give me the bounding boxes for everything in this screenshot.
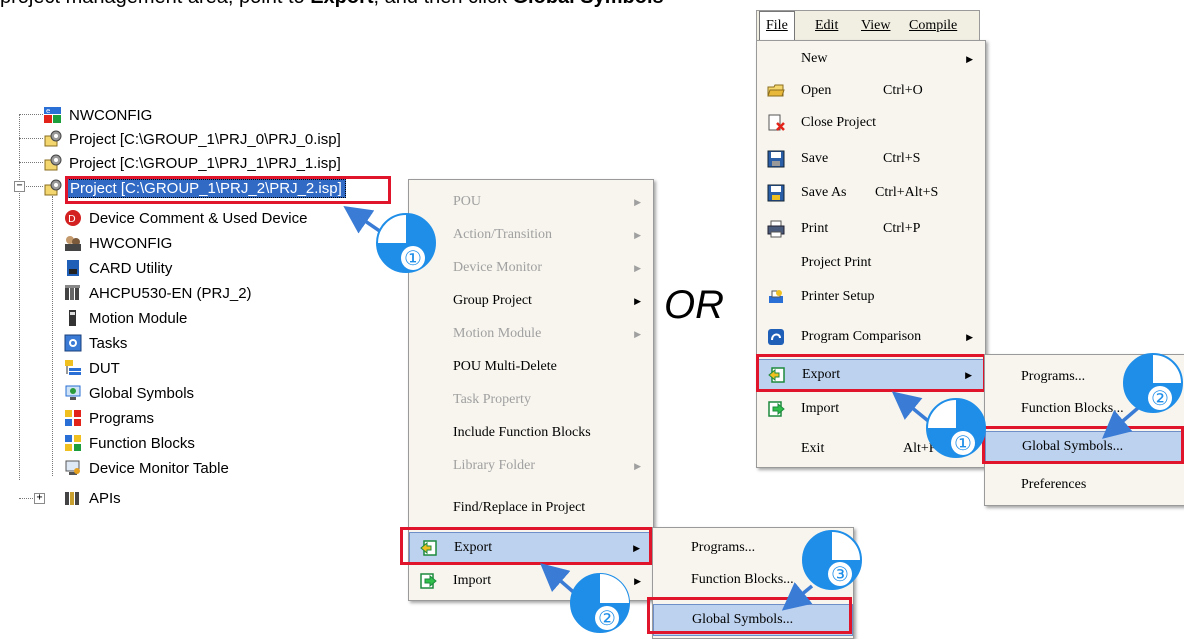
step-number: ③ bbox=[831, 562, 849, 586]
step-badge-2-file: ② bbox=[1102, 353, 1183, 439]
step-badge-3: ③ bbox=[781, 530, 862, 611]
step-badge-2: ② bbox=[540, 563, 630, 633]
annotation-overlay: ① ② ③ ① ② bbox=[343, 206, 1183, 633]
step-number: ① bbox=[954, 431, 972, 455]
step-number: ② bbox=[598, 606, 616, 630]
step-number: ② bbox=[1151, 386, 1169, 410]
step-badge-1-file: ① bbox=[891, 391, 986, 458]
step-number: ① bbox=[404, 246, 422, 270]
step-badge-1: ① bbox=[343, 206, 436, 273]
